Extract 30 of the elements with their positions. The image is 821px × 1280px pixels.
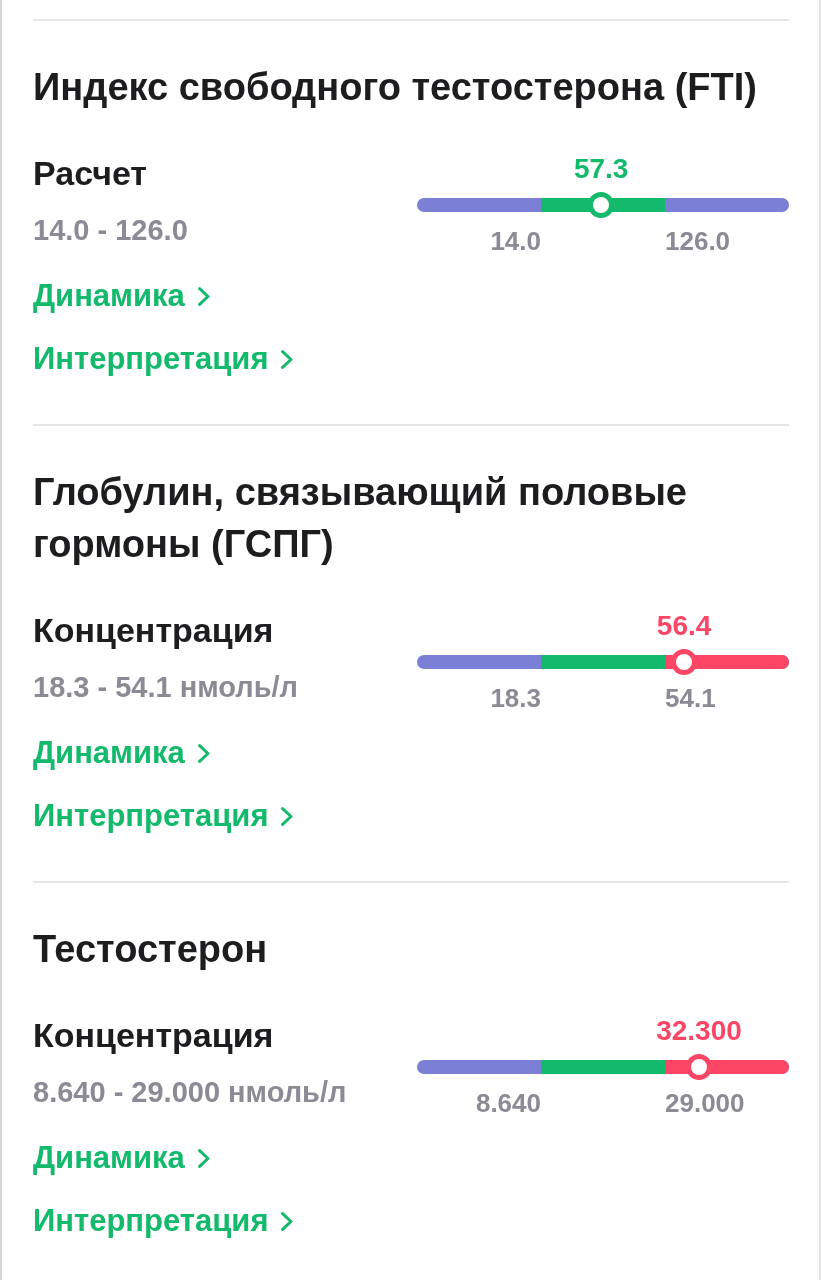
section-title: Тестостерон [33,927,269,972]
range-min-label: 18.3 [490,683,541,713]
chevron-right-icon [197,1148,210,1168]
section-title: Индекс свободного тестостерона (FTI) [33,65,758,110]
chevron-right-icon [197,743,210,763]
chevron-right-icon [197,286,210,306]
reference-range: 8.640 - 29.000 нмоль/л [33,1075,347,1110]
range-max-label: 126.0 [665,226,731,256]
measure-name: Концентрация [33,610,274,651]
details-link[interactable]: Интерпретация [33,339,294,379]
reference-range: 14.0 - 126.0 [33,213,188,248]
measure-name: Расчет [33,153,148,194]
measure-name: Концентрация [33,1015,274,1056]
range-min-label: 8.640 [475,1088,541,1118]
details-link[interactable]: Динамика [33,1138,210,1178]
details-link[interactable]: Динамика [33,733,210,773]
range-min-label: 14.0 [490,226,541,256]
chevron-right-icon [281,349,294,369]
result-value: 32.300 [656,1014,742,1048]
result-value: 56.4 [656,609,712,643]
details-link[interactable]: Интерпретация [33,1201,294,1241]
section-title: Глобулин, связывающий половые гормоны (ГСПГ) [33,470,688,567]
reference-range: 18.3 - 54.1 нмоль/л [33,670,299,705]
result-value: 57.3 [573,152,629,186]
chevron-right-icon [281,806,294,826]
range-max-label: 29.000 [665,1088,745,1118]
chevron-right-icon [281,1211,294,1231]
range-max-label: 54.1 [665,683,716,713]
details-link[interactable]: Интерпретация [33,796,294,836]
details-link[interactable]: Динамика [33,276,210,316]
